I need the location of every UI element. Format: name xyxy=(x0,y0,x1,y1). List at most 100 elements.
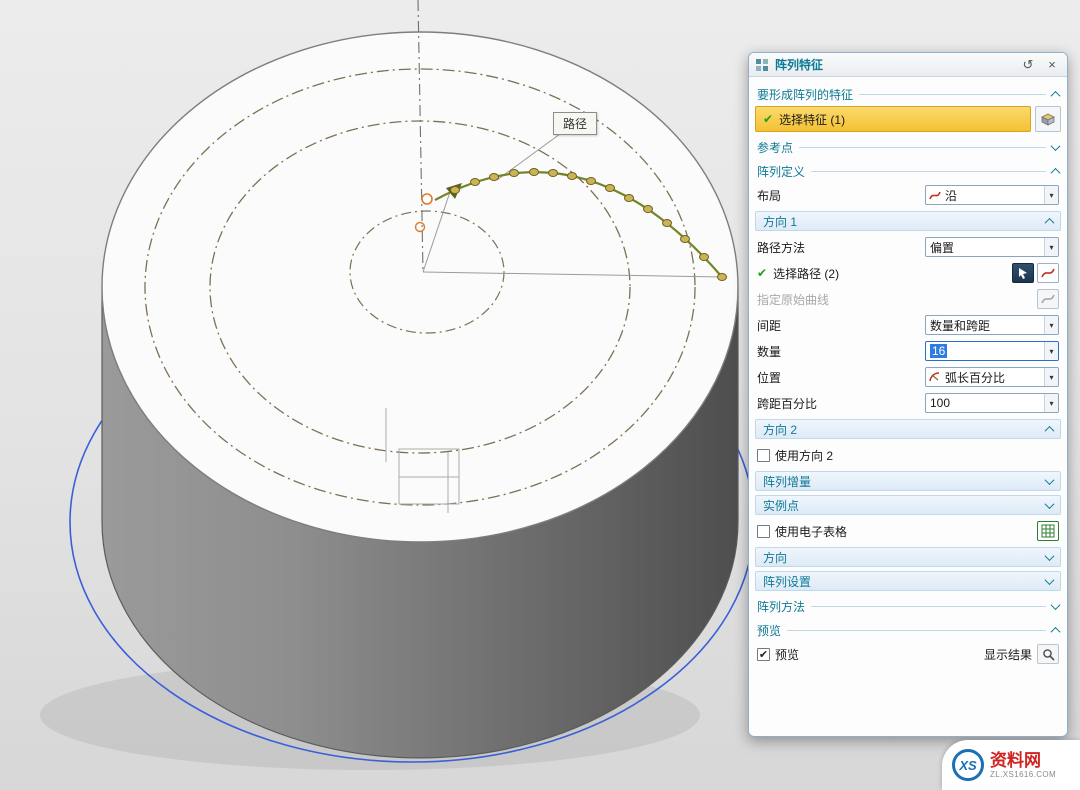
selected-feature-button[interactable] xyxy=(1035,106,1061,132)
collapse-icon xyxy=(1045,425,1055,435)
pattern-instance-marker[interactable] xyxy=(587,178,596,185)
select-path-row: ✔ 选择路径 (2) xyxy=(757,261,1059,285)
pattern-increment-label: 阵列增量 xyxy=(763,473,811,490)
expand-icon xyxy=(1051,141,1061,151)
preview-checkbox[interactable]: ✔ xyxy=(757,648,770,661)
use-spreadsheet-label: 使用电子表格 xyxy=(775,523,847,540)
check-icon: ✔ xyxy=(757,266,767,280)
layout-row: 布局 沿 ▾ xyxy=(757,183,1059,207)
curve-select-button[interactable] xyxy=(1037,263,1059,283)
curve-icon xyxy=(1041,267,1055,279)
arc-length-percent-icon xyxy=(926,371,941,383)
layout-dropdown[interactable]: 沿 ▾ xyxy=(925,185,1059,205)
path-method-value: 偏置 xyxy=(926,239,1044,256)
subgroup-direction-2[interactable]: 方向 2 xyxy=(755,419,1061,439)
count-input[interactable]: 16 ▾ xyxy=(925,341,1059,361)
span-percentage-input[interactable]: 100 ▾ xyxy=(925,393,1059,413)
group-reference-point[interactable]: 参考点 xyxy=(757,139,1059,156)
dialog-titlebar[interactable]: 阵列特征 ↺ × xyxy=(749,53,1067,77)
direction-1-label: 方向 1 xyxy=(763,213,797,230)
origin-handle[interactable] xyxy=(422,194,432,204)
feature-icon xyxy=(1039,110,1057,128)
subgroup-pattern-settings[interactable]: 阵列设置 xyxy=(755,571,1061,591)
expand-icon xyxy=(1045,551,1055,561)
spreadsheet-button[interactable] xyxy=(1037,521,1059,541)
span-percentage-label: 跨距百分比 xyxy=(757,395,817,412)
use-spreadsheet-checkbox[interactable] xyxy=(757,525,770,538)
group-preview-label: 预览 xyxy=(757,622,781,639)
original-curve-icon xyxy=(1041,293,1055,305)
spacing-dropdown[interactable]: 数量和跨距 ▾ xyxy=(925,315,1059,335)
pattern-instance-marker[interactable] xyxy=(700,254,709,261)
check-icon: ✔ xyxy=(763,112,773,126)
caret-down-icon: ▾ xyxy=(1044,342,1058,360)
subgroup-orientation[interactable]: 方向 xyxy=(755,547,1061,567)
expand-icon xyxy=(1045,499,1055,509)
expand-icon xyxy=(1045,575,1055,585)
use-direction-2-label: 使用方向 2 xyxy=(775,447,833,464)
preview-label: 预览 xyxy=(775,646,799,663)
collapse-icon xyxy=(1051,168,1061,178)
spacing-row: 间距 数量和跨距 ▾ xyxy=(757,313,1059,337)
show-result-label: 显示结果 xyxy=(984,646,1032,663)
dialog-title: 阵列特征 xyxy=(775,56,823,73)
specify-original-curve-label: 指定原始曲线 xyxy=(757,291,829,308)
pattern-instance-marker[interactable] xyxy=(625,195,634,202)
count-value: 16 xyxy=(930,344,947,358)
pattern-instance-marker[interactable] xyxy=(510,170,519,177)
path-selection-button[interactable] xyxy=(1012,263,1034,283)
use-direction-2-checkbox[interactable] xyxy=(757,449,770,462)
path-method-label: 路径方法 xyxy=(757,239,805,256)
location-value: 弧长百分比 xyxy=(941,369,1044,386)
group-preview[interactable]: 预览 xyxy=(757,622,1059,639)
pattern-instance-marker[interactable] xyxy=(471,179,480,186)
spacing-value: 数量和跨距 xyxy=(926,317,1044,334)
pattern-instance-marker[interactable] xyxy=(530,169,539,176)
path-method-dropdown[interactable]: 偏置 ▾ xyxy=(925,237,1059,257)
select-feature-field[interactable]: ✔ 选择特征 (1) xyxy=(755,106,1031,132)
pattern-instance-marker[interactable] xyxy=(490,174,499,181)
select-feature-label: 选择特征 (1) xyxy=(779,111,845,128)
pattern-feature-dialog: 阵列特征 ↺ × 要形成阵列的特征 ✔ 选择特征 (1) xyxy=(748,52,1068,737)
span-percentage-row: 跨距百分比 100 ▾ xyxy=(757,391,1059,415)
pattern-instance-marker[interactable] xyxy=(451,187,460,194)
group-pattern-definition[interactable]: 阵列定义 xyxy=(757,163,1059,180)
pattern-instance-marker[interactable] xyxy=(644,206,653,213)
close-button[interactable]: × xyxy=(1043,56,1061,74)
cursor-icon xyxy=(1017,267,1029,279)
pattern-instance-marker[interactable] xyxy=(606,185,615,192)
original-curve-button[interactable] xyxy=(1037,289,1059,309)
watermark-url: ZL.XS1616.COM xyxy=(990,770,1056,779)
group-pattern-method[interactable]: 阵列方法 xyxy=(757,598,1059,615)
pattern-instance-marker[interactable] xyxy=(663,220,672,227)
count-row: 数量 16 ▾ xyxy=(757,339,1059,363)
specify-original-curve-row: 指定原始曲线 xyxy=(757,287,1059,311)
orientation-label: 方向 xyxy=(763,549,787,566)
expand-icon xyxy=(1051,600,1061,610)
pattern-instance-marker[interactable] xyxy=(549,170,558,177)
location-row: 位置 弧长百分比 ▾ xyxy=(757,365,1059,389)
location-label: 位置 xyxy=(757,369,781,386)
select-feature-row: ✔ 选择特征 (1) xyxy=(755,106,1061,132)
collapse-icon xyxy=(1051,627,1061,637)
watermark-brand: 资料网 xyxy=(990,751,1056,771)
pattern-instance-marker[interactable] xyxy=(681,236,690,243)
caret-down-icon: ▾ xyxy=(1044,394,1058,412)
group-reference-point-label: 参考点 xyxy=(757,139,793,156)
path-label: 路径 xyxy=(553,112,597,135)
reset-button[interactable]: ↺ xyxy=(1019,56,1037,74)
location-dropdown[interactable]: 弧长百分比 ▾ xyxy=(925,367,1059,387)
spacing-label: 间距 xyxy=(757,317,781,334)
instance-points-label: 实例点 xyxy=(763,497,799,514)
use-spreadsheet-row: 使用电子表格 xyxy=(757,519,1059,543)
caret-down-icon: ▾ xyxy=(1044,368,1058,386)
path-method-row: 路径方法 偏置 ▾ xyxy=(757,235,1059,259)
pattern-instance-marker[interactable] xyxy=(718,274,727,281)
group-features-to-pattern[interactable]: 要形成阵列的特征 xyxy=(757,86,1059,103)
pattern-instance-marker[interactable] xyxy=(568,173,577,180)
show-result-button[interactable] xyxy=(1037,644,1059,664)
select-path-label: 选择路径 (2) xyxy=(773,265,839,282)
subgroup-pattern-increment[interactable]: 阵列增量 xyxy=(755,471,1061,491)
subgroup-instance-points[interactable]: 实例点 xyxy=(755,495,1061,515)
subgroup-direction-1[interactable]: 方向 1 xyxy=(755,211,1061,231)
